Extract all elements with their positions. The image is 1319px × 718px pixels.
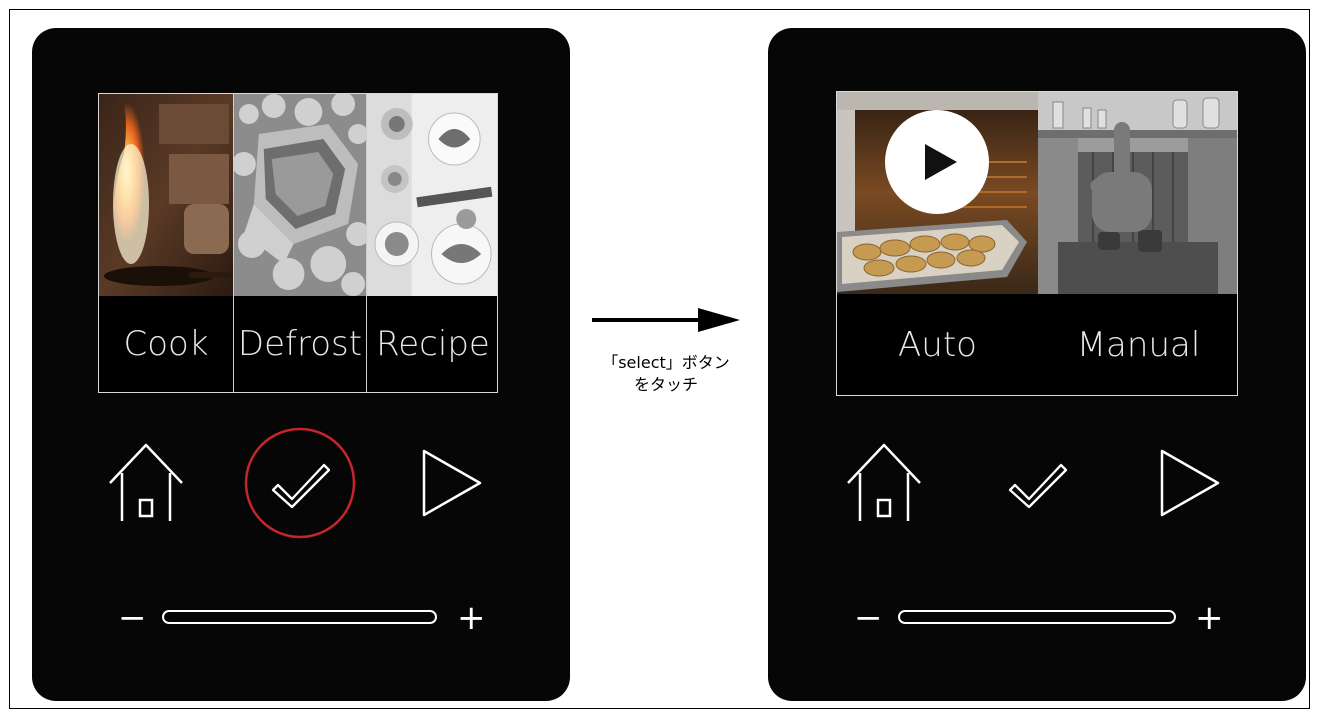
checkmark-icon	[1008, 463, 1068, 509]
label-area: Cook	[99, 296, 233, 392]
menu-tile-defrost[interactable]: Defrost	[233, 94, 366, 392]
label-area: Auto	[837, 294, 1038, 395]
volume-slider[interactable]: − +	[768, 588, 1306, 648]
control-row	[768, 433, 1306, 543]
label-area: Manual	[1038, 294, 1237, 395]
menu-label-manual: Manual	[1076, 324, 1201, 365]
defrost-photo	[234, 94, 366, 296]
slider-plus[interactable]: +	[457, 588, 486, 648]
caption-line-2: をタッチ	[633, 375, 698, 394]
menu-tile-recipe[interactable]: Recipe	[366, 94, 497, 392]
auto-photo	[837, 92, 1038, 294]
slider-minus[interactable]: −	[854, 588, 883, 648]
label-area: Recipe	[367, 296, 497, 392]
caption-line-1: 「select」ボタン	[602, 353, 730, 372]
recipe-photo	[367, 94, 497, 296]
menu-tile-auto[interactable]: Auto	[837, 92, 1038, 395]
menu-label-defrost: Defrost	[237, 324, 363, 364]
device-panel-after: Auto Manual − +	[768, 28, 1306, 701]
menu-screen-main: Cook Defrost Recipe	[98, 93, 498, 393]
select-button[interactable]	[244, 427, 356, 539]
device-panel-before: Cook Defrost Recipe − +	[32, 28, 570, 701]
menu-screen-cook: Auto Manual	[836, 91, 1238, 396]
menu-label-recipe: Recipe	[376, 324, 490, 364]
menu-label-auto: Auto	[898, 324, 977, 365]
volume-slider[interactable]: − +	[32, 588, 570, 648]
home-icon[interactable]	[844, 433, 924, 533]
manual-photo	[1038, 92, 1237, 294]
select-button[interactable]	[981, 427, 1093, 539]
control-row	[32, 427, 570, 543]
menu-label-cook: Cook	[123, 324, 209, 364]
highlight-ring	[244, 427, 356, 539]
slider-minus[interactable]: −	[118, 588, 147, 648]
slider-plus[interactable]: +	[1195, 588, 1224, 648]
transition-caption: 「select」ボタン をタッチ	[580, 352, 752, 396]
slider-track[interactable]	[898, 610, 1176, 624]
transition-arrow	[592, 308, 740, 332]
checkmark-icon	[271, 463, 331, 509]
label-area: Defrost	[234, 296, 366, 392]
play-button-icon	[885, 110, 989, 214]
slider-track[interactable]	[162, 610, 437, 624]
home-icon[interactable]	[106, 433, 186, 533]
play-arrow-icon[interactable]	[1156, 433, 1226, 533]
cook-photo	[99, 94, 233, 296]
menu-tile-manual[interactable]: Manual	[1038, 92, 1237, 395]
menu-tile-cook[interactable]: Cook	[99, 94, 233, 392]
play-arrow-icon[interactable]	[418, 433, 488, 533]
